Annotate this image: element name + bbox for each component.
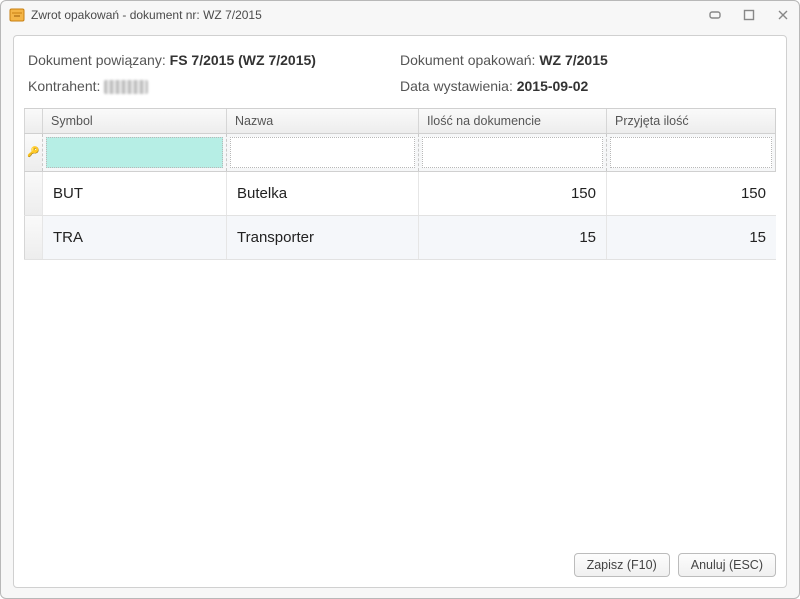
linked-document-value: FS 7/2015 (WZ 7/2015) bbox=[170, 52, 316, 68]
col-header-symbol[interactable]: Symbol bbox=[42, 109, 226, 133]
cell-ilosc[interactable]: 15 bbox=[418, 216, 606, 259]
packaging-document-label: Dokument opakowań: bbox=[400, 52, 535, 68]
items-grid: Symbol Nazwa Ilość na dokumencie Przyjęt… bbox=[24, 108, 776, 545]
grid-body[interactable]: BUT Butelka 150 150 TRA Transporter 15 1… bbox=[24, 172, 776, 545]
minimize-button[interactable] bbox=[707, 7, 723, 23]
document-header: Dokument powiązany: FS 7/2015 (WZ 7/2015… bbox=[24, 46, 776, 108]
filter-cell-symbol[interactable] bbox=[42, 134, 226, 171]
footer-buttons: Zapisz (F10) Anuluj (ESC) bbox=[24, 545, 776, 579]
grid-header: Symbol Nazwa Ilość na dokumencie Przyjęt… bbox=[24, 108, 776, 134]
app-icon bbox=[9, 7, 25, 23]
packaging-document-value: WZ 7/2015 bbox=[539, 52, 607, 68]
cancel-button[interactable]: Anuluj (ESC) bbox=[678, 553, 776, 577]
grid-filter-row: 🔑 bbox=[24, 134, 776, 172]
maximize-button[interactable] bbox=[741, 7, 757, 23]
cell-symbol[interactable]: BUT bbox=[42, 172, 226, 215]
kontrahent-value-redacted bbox=[104, 80, 148, 94]
row-handle[interactable] bbox=[24, 216, 42, 259]
cell-przyjeta[interactable]: 15 bbox=[606, 216, 776, 259]
window-title: Zwrot opakowań - dokument nr: WZ 7/2015 bbox=[31, 8, 262, 22]
table-row[interactable]: BUT Butelka 150 150 bbox=[24, 172, 776, 216]
filter-cell-nazwa[interactable] bbox=[226, 134, 418, 171]
cell-nazwa[interactable]: Transporter bbox=[226, 216, 418, 259]
save-button[interactable]: Zapisz (F10) bbox=[574, 553, 670, 577]
filter-row-indicator-icon: 🔑 bbox=[24, 134, 42, 171]
cell-ilosc[interactable]: 150 bbox=[418, 172, 606, 215]
cell-przyjeta[interactable]: 150 bbox=[606, 172, 776, 215]
issue-date-value: 2015-09-02 bbox=[517, 78, 589, 94]
issue-date-field: Data wystawienia: 2015-09-02 bbox=[400, 78, 772, 94]
grid-corner bbox=[24, 109, 42, 133]
linked-document-label: Dokument powiązany: bbox=[28, 52, 166, 68]
col-header-ilosc[interactable]: Ilość na dokumencie bbox=[418, 109, 606, 133]
table-row[interactable]: TRA Transporter 15 15 bbox=[24, 216, 776, 260]
app-window: Zwrot opakowań - dokument nr: WZ 7/2015 … bbox=[0, 0, 800, 599]
kontrahent-label: Kontrahent: bbox=[28, 78, 100, 94]
linked-document-field: Dokument powiązany: FS 7/2015 (WZ 7/2015… bbox=[28, 52, 400, 68]
row-handle[interactable] bbox=[24, 172, 42, 215]
titlebar[interactable]: Zwrot opakowań - dokument nr: WZ 7/2015 bbox=[1, 1, 799, 29]
filter-cell-ilosc[interactable] bbox=[418, 134, 606, 171]
cell-symbol[interactable]: TRA bbox=[42, 216, 226, 259]
col-header-nazwa[interactable]: Nazwa bbox=[226, 109, 418, 133]
filter-cell-przyjeta[interactable] bbox=[606, 134, 775, 171]
close-button[interactable] bbox=[775, 7, 791, 23]
client-area: Dokument powiązany: FS 7/2015 (WZ 7/2015… bbox=[13, 35, 787, 588]
issue-date-label: Data wystawienia: bbox=[400, 78, 513, 94]
window-controls bbox=[707, 7, 791, 23]
kontrahent-field: Kontrahent: bbox=[28, 78, 400, 94]
cell-nazwa[interactable]: Butelka bbox=[226, 172, 418, 215]
col-header-przyjeta[interactable]: Przyjęta ilość bbox=[606, 109, 775, 133]
packaging-document-field: Dokument opakowań: WZ 7/2015 bbox=[400, 52, 772, 68]
